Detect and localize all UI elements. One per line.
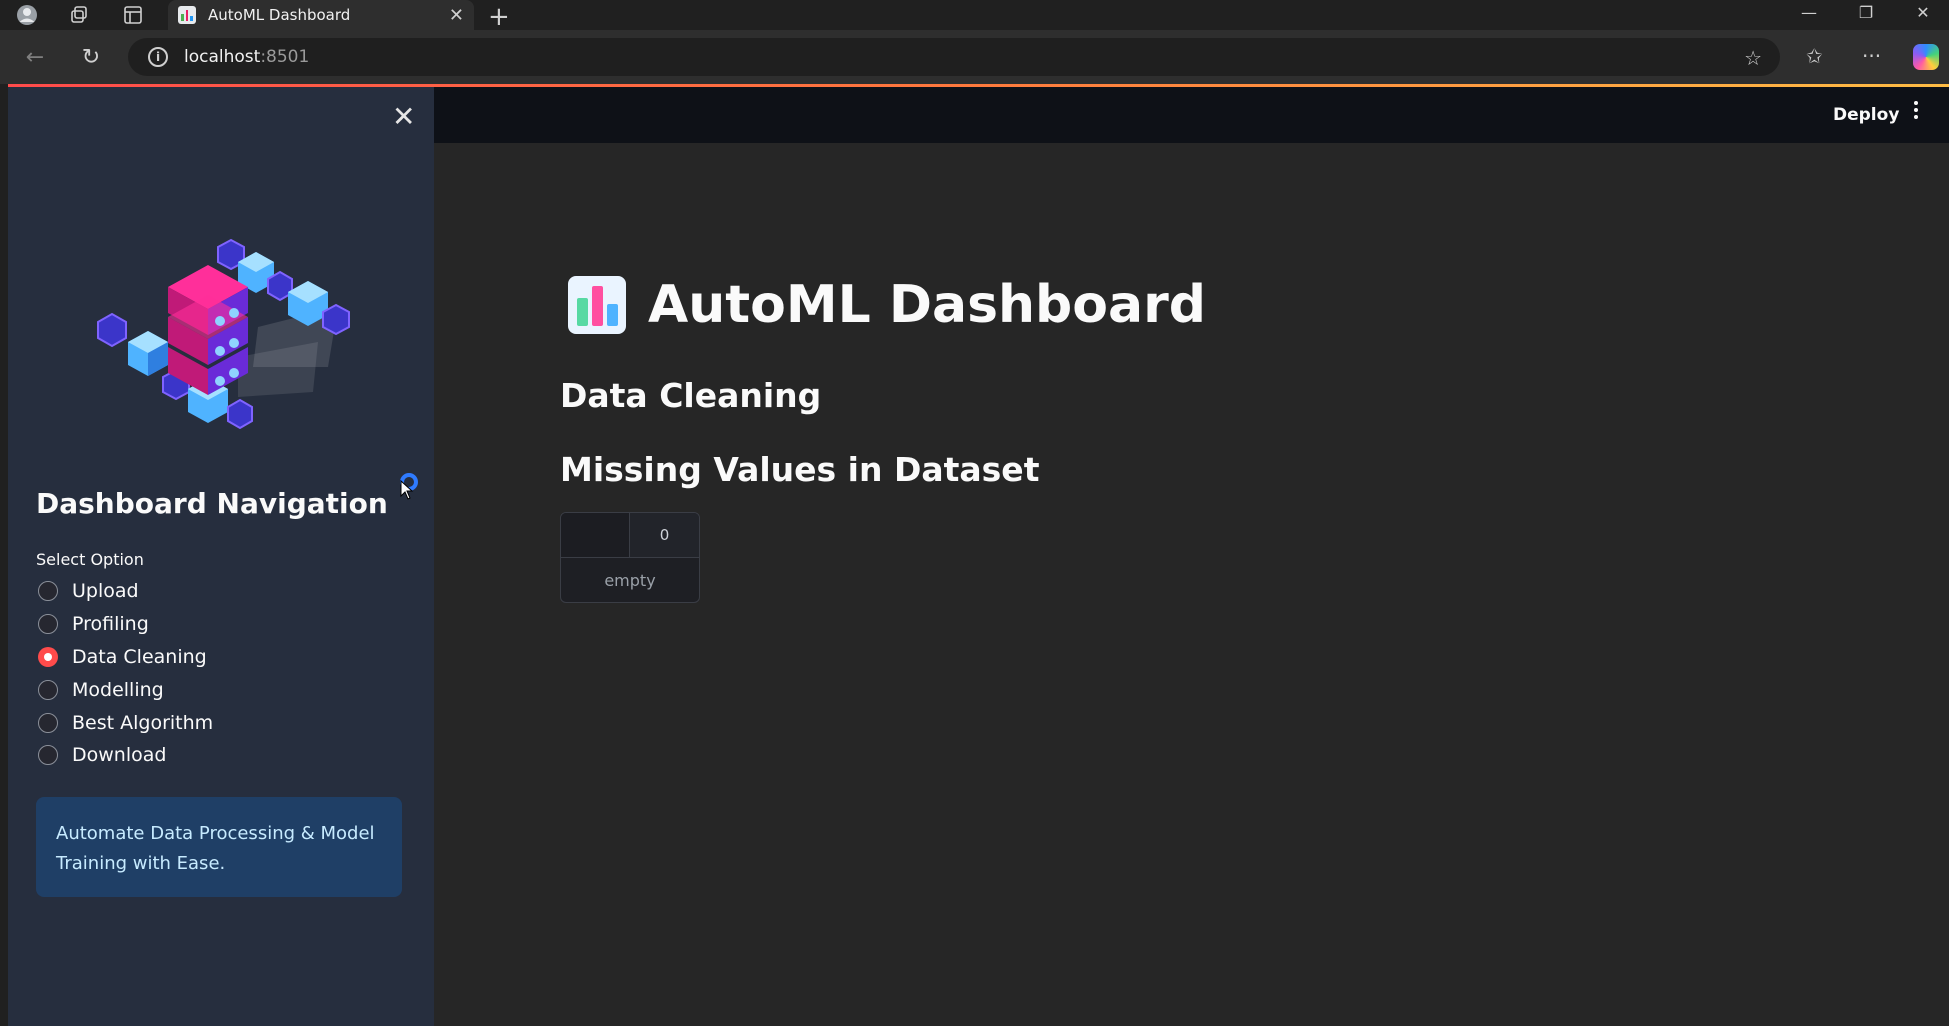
chart-favicon-icon bbox=[178, 6, 196, 24]
radio-button[interactable] bbox=[38, 745, 58, 766]
favorite-star-icon[interactable]: ☆ bbox=[1744, 46, 1762, 70]
site-info-icon[interactable]: i bbox=[148, 47, 168, 67]
column-header[interactable]: 0 bbox=[630, 513, 699, 557]
radio-button[interactable] bbox=[38, 581, 58, 602]
radio-option-best-algorithm[interactable]: Best Algorithm bbox=[38, 706, 213, 739]
radio-label: Profiling bbox=[72, 613, 149, 636]
address-bar[interactable]: i localhost:8501 ☆ bbox=[128, 38, 1780, 76]
radio-button[interactable] bbox=[38, 614, 58, 635]
missing-values-table[interactable]: 0 empty bbox=[560, 512, 700, 603]
radio-option-upload[interactable]: Upload bbox=[38, 575, 213, 608]
sidebar: ✕ Dashboard Navigation Select Option Upl… bbox=[8, 87, 434, 1026]
profile-icon[interactable] bbox=[16, 4, 38, 26]
info-callout: Automate Data Processing & Model Trainin… bbox=[36, 797, 402, 897]
navigation-radio-group: Upload Profiling Data Cleaning Modelling… bbox=[38, 575, 213, 772]
favorites-icon[interactable]: ✩ bbox=[1806, 44, 1823, 68]
more-options-icon[interactable]: ··· bbox=[1862, 44, 1881, 68]
page-title: AutoML Dashboard bbox=[648, 275, 1206, 335]
minimize-icon[interactable]: — bbox=[1789, 0, 1829, 24]
tab-actions-icon[interactable] bbox=[122, 4, 144, 26]
radio-button[interactable] bbox=[38, 679, 58, 700]
index-header-cell bbox=[561, 513, 630, 557]
new-tab-icon[interactable]: + bbox=[488, 2, 510, 32]
browser-toolbar: ← ↻ i localhost:8501 ☆ ✩ ··· bbox=[0, 30, 1949, 84]
section-heading: Data Cleaning bbox=[560, 376, 822, 415]
subsection-heading: Missing Values in Dataset bbox=[560, 450, 1040, 489]
sidebar-close-icon[interactable]: ✕ bbox=[392, 103, 415, 131]
select-option-label: Select Option bbox=[36, 550, 144, 569]
radio-label: Modelling bbox=[72, 678, 164, 701]
radio-button-selected[interactable] bbox=[38, 646, 58, 667]
radio-label: Upload bbox=[72, 580, 139, 603]
tab-title: AutoML Dashboard bbox=[208, 6, 351, 24]
empty-table-message: empty bbox=[604, 571, 656, 590]
radio-option-modelling[interactable]: Modelling bbox=[38, 673, 213, 706]
tab-close-icon[interactable]: ✕ bbox=[449, 5, 464, 26]
reload-icon[interactable]: ↻ bbox=[78, 44, 104, 70]
back-arrow-icon[interactable]: ← bbox=[22, 44, 48, 70]
radio-label: Download bbox=[72, 744, 167, 767]
window-close-icon[interactable]: ✕ bbox=[1903, 0, 1943, 24]
radio-option-download[interactable]: Download bbox=[38, 739, 213, 772]
copilot-icon[interactable] bbox=[1913, 44, 1939, 70]
data-cubes-illustration bbox=[97, 238, 350, 430]
mouse-cursor-icon bbox=[400, 480, 414, 500]
browser-tab-active[interactable]: AutoML Dashboard ✕ bbox=[168, 0, 474, 30]
sidebar-heading: Dashboard Navigation bbox=[36, 487, 388, 520]
radio-button[interactable] bbox=[38, 712, 58, 733]
radio-label: Best Algorithm bbox=[72, 711, 214, 734]
page-title-row: AutoML Dashboard bbox=[568, 275, 1206, 335]
main-menu-icon[interactable] bbox=[1914, 101, 1918, 119]
table-header-row: 0 bbox=[561, 513, 699, 558]
bar-chart-icon bbox=[568, 276, 626, 334]
url-text: localhost:8501 bbox=[184, 47, 310, 67]
workspaces-icon[interactable] bbox=[68, 4, 90, 26]
app-header bbox=[434, 87, 1949, 143]
radio-option-data-cleaning[interactable]: Data Cleaning bbox=[38, 641, 213, 674]
radio-label: Data Cleaning bbox=[72, 645, 207, 668]
radio-option-profiling[interactable]: Profiling bbox=[38, 608, 213, 641]
restore-icon[interactable]: ❐ bbox=[1846, 0, 1886, 24]
deploy-button[interactable]: Deploy bbox=[1833, 105, 1899, 125]
browser-titlebar: AutoML Dashboard ✕ + — ❐ ✕ bbox=[0, 0, 1949, 32]
